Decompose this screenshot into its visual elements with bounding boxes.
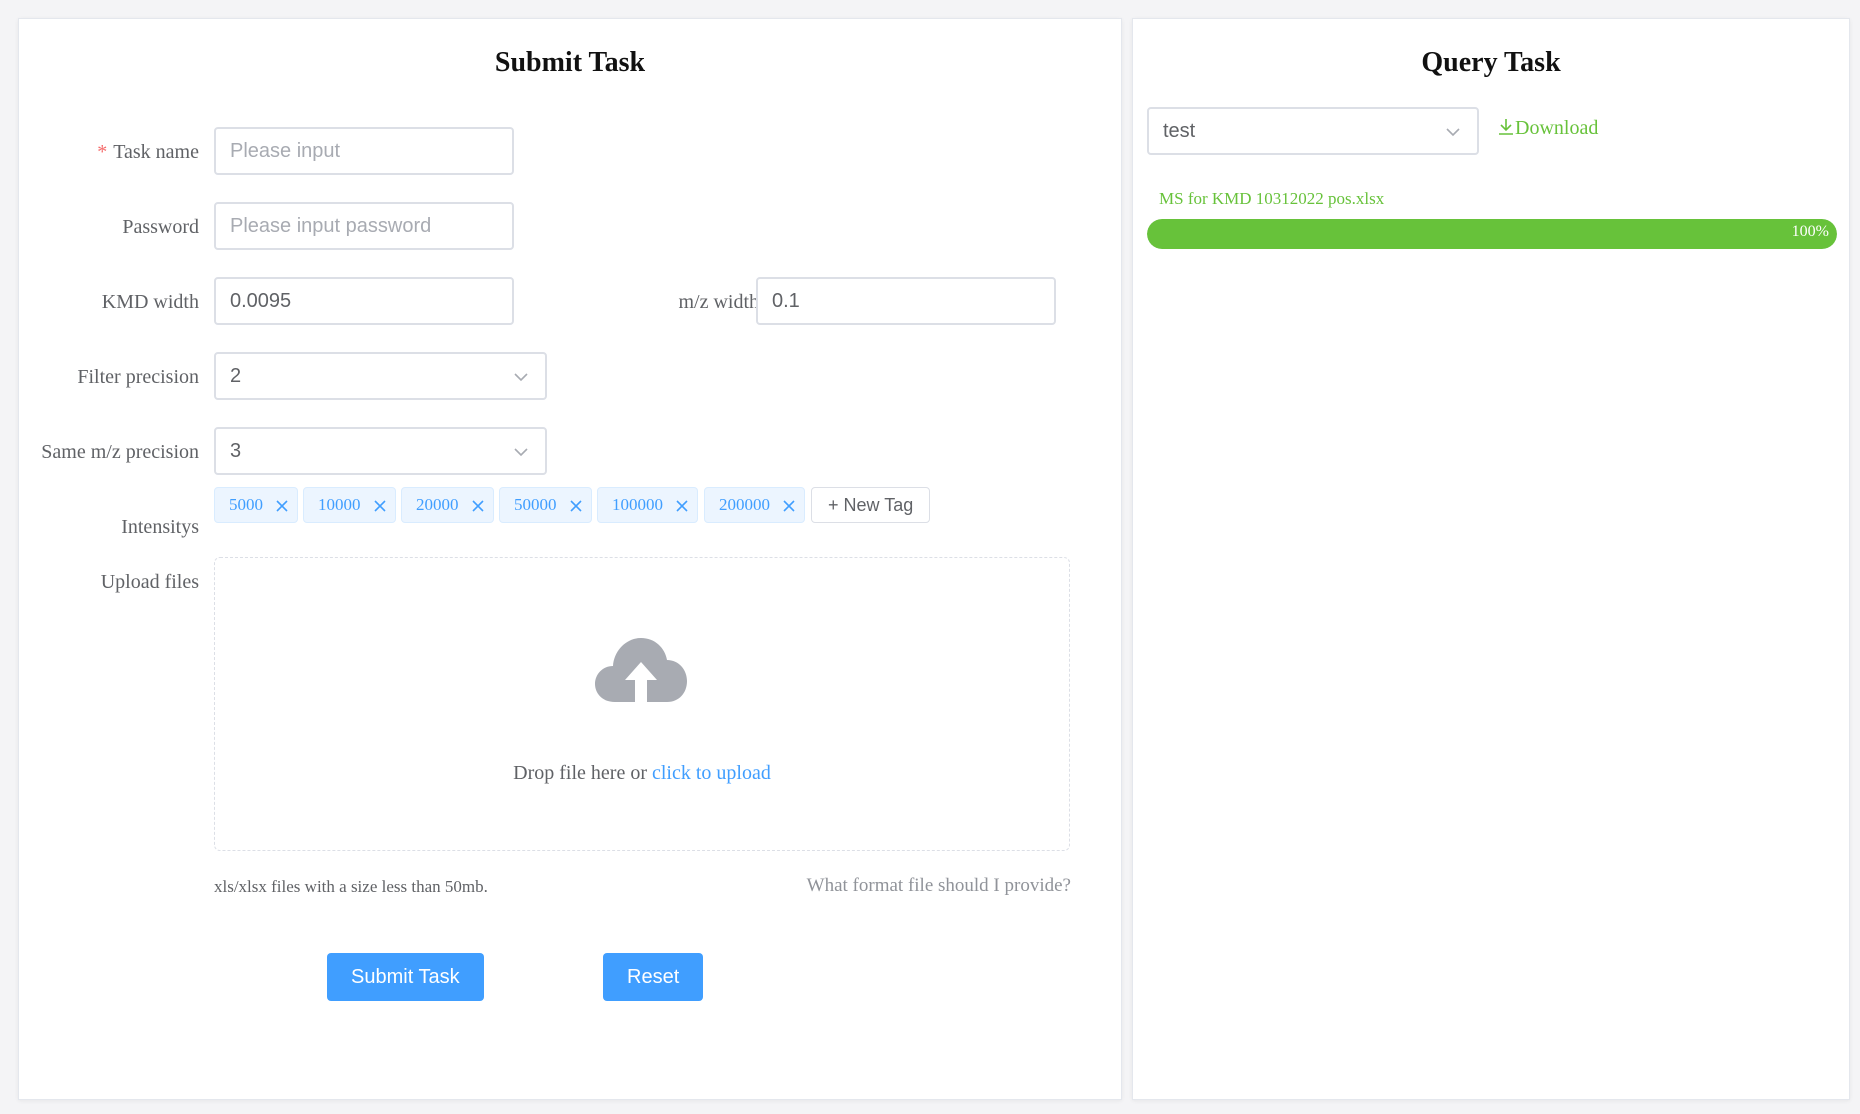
reset-button[interactable]: Reset — [603, 953, 704, 1001]
filter-precision-label: Filter precision — [77, 366, 199, 388]
same-mz-precision-select[interactable]: 3 — [214, 427, 547, 475]
query-task-title: Query Task — [1421, 47, 1561, 78]
submit-task-panel: Submit Task *Task name Password KMD widt… — [18, 18, 1122, 1100]
submit-task-button[interactable]: Submit Task — [327, 953, 484, 1001]
chevron-down-icon — [1446, 128, 1460, 137]
tag-label: 200000 — [719, 495, 770, 514]
download-link[interactable]: Download — [1497, 117, 1598, 140]
close-icon[interactable] — [275, 499, 289, 513]
close-icon[interactable] — [782, 499, 796, 513]
download-icon — [1499, 119, 1513, 135]
new-tag-button[interactable]: + New Tag — [811, 487, 931, 523]
kmd-width-input[interactable] — [214, 277, 514, 325]
intensity-tag: 10000 — [303, 487, 396, 523]
download-label: Download — [1515, 117, 1599, 139]
drop-text: Drop file here or — [513, 762, 652, 784]
intensity-tag: 100000 — [597, 487, 698, 523]
task-select[interactable]: test — [1147, 107, 1479, 155]
filter-precision-select[interactable]: 2 — [214, 352, 547, 400]
tag-label: 10000 — [318, 495, 361, 514]
upload-instructions: Drop file here or click to upload — [215, 762, 1069, 785]
progress-bar: 100% — [1147, 219, 1837, 249]
same-mz-precision-value: 3 — [230, 440, 242, 462]
password-label: Password — [122, 216, 199, 238]
click-to-upload-link[interactable]: click to upload — [652, 762, 771, 784]
chevron-down-icon — [514, 373, 528, 382]
progress-bar-fill — [1147, 219, 1837, 249]
task-name-label: * Task name — [19, 141, 199, 164]
task-select-value: test — [1163, 120, 1196, 142]
tag-label: 5000 — [229, 495, 263, 514]
task-name-input[interactable] — [214, 127, 514, 175]
intensity-tag: 200000 — [704, 487, 805, 523]
filter-precision-value: 2 — [230, 365, 242, 387]
kmd-width-label: KMD width — [101, 291, 199, 313]
tag-label: 100000 — [612, 495, 663, 514]
close-icon[interactable] — [569, 499, 583, 513]
close-icon[interactable] — [471, 499, 485, 513]
intensities-label: Intensitys — [121, 516, 199, 538]
format-help-link[interactable]: What format file should I provide? — [807, 875, 1071, 897]
upload-tip: xls/xlsx files with a size less than 50m… — [214, 877, 488, 896]
tag-label: 50000 — [514, 495, 557, 514]
cloud-upload-icon — [595, 638, 687, 702]
password-input[interactable] — [214, 202, 514, 250]
intensity-tag: 20000 — [401, 487, 494, 523]
query-task-panel: Query Task test Download MS for KMD 1031… — [1132, 18, 1850, 1100]
intensity-tag: 5000 — [214, 487, 298, 523]
tag-label: 20000 — [416, 495, 459, 514]
progress-percent: 100% — [1791, 223, 1829, 240]
upload-dropzone[interactable]: Drop file here or click to upload — [214, 557, 1070, 851]
task-name-label-text: Task name — [113, 141, 199, 163]
close-icon[interactable] — [373, 499, 387, 513]
mz-width-label: m/z width — [678, 291, 759, 313]
same-mz-precision-label: Same m/z precision — [41, 441, 199, 463]
task-file-name: MS for KMD 10312022 pos.xlsx — [1159, 189, 1385, 208]
required-star: * — [97, 141, 108, 163]
intensity-tag: 50000 — [499, 487, 592, 523]
chevron-down-icon — [514, 448, 528, 457]
close-icon[interactable] — [675, 499, 689, 513]
mz-width-input[interactable] — [756, 277, 1056, 325]
submit-task-title: Submit Task — [494, 47, 646, 78]
upload-files-label: Upload files — [100, 571, 199, 593]
